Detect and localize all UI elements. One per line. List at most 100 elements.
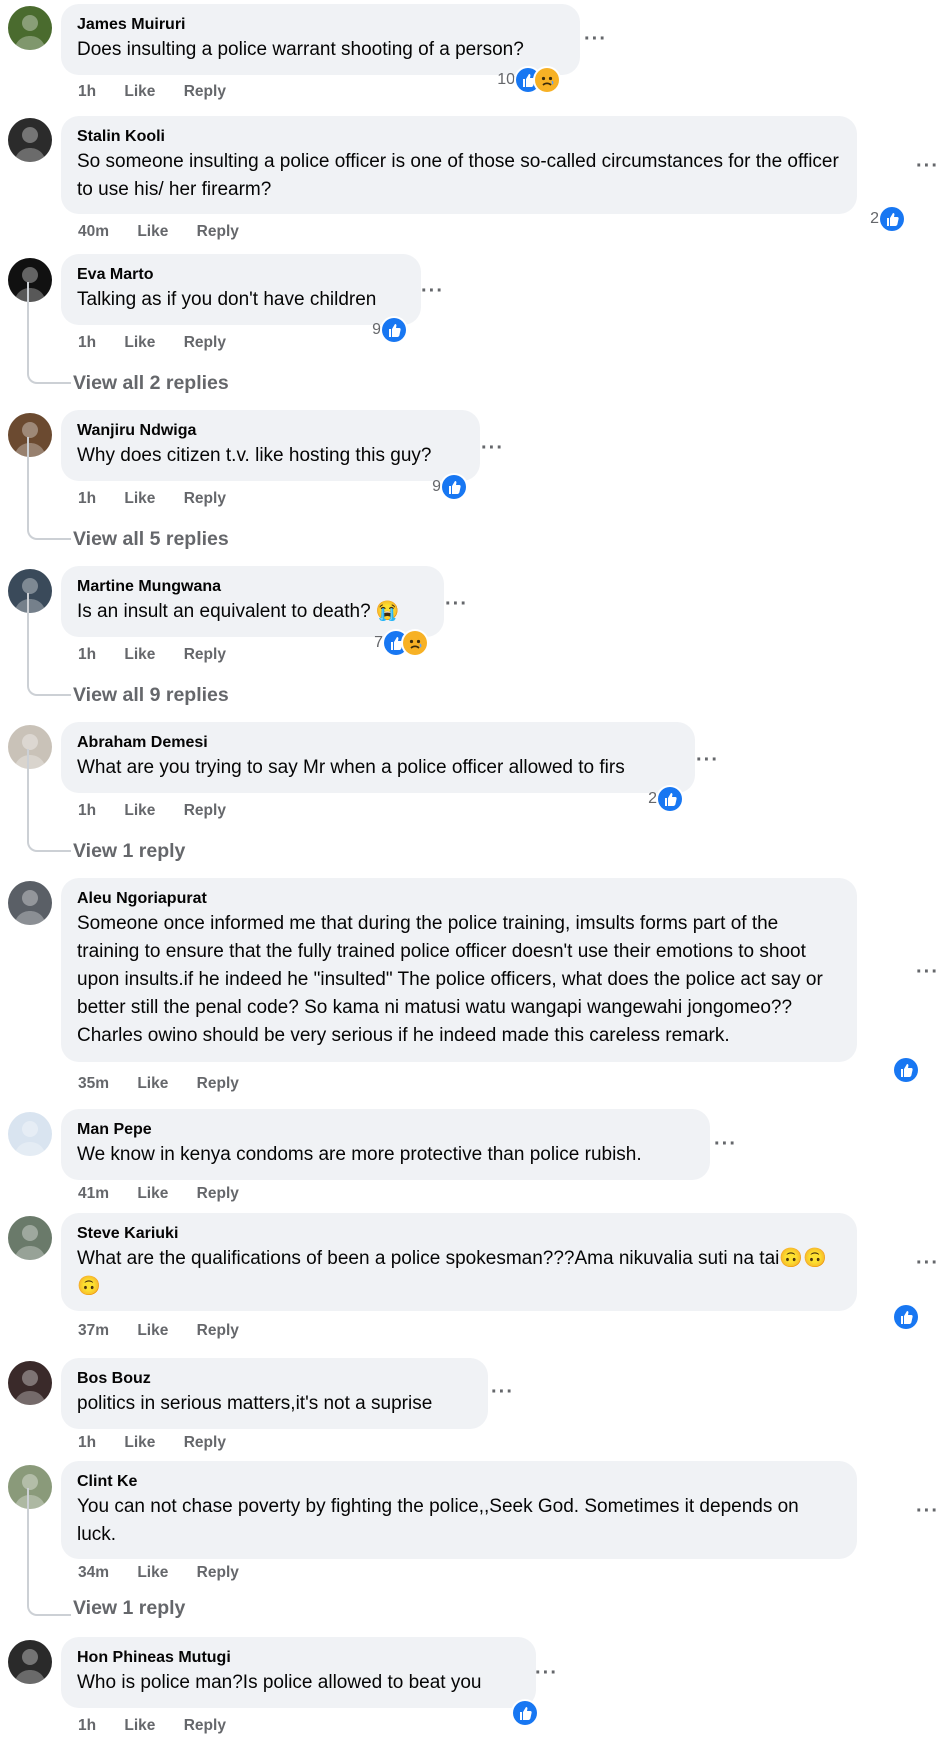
comment-text: Talking as if you don't have children	[77, 289, 377, 310]
avatar[interactable]	[8, 1112, 52, 1156]
avatar[interactable]	[8, 1640, 52, 1684]
comment-author[interactable]: Abraham Demesi	[77, 733, 679, 752]
sad-icon	[535, 68, 559, 92]
reply-button[interactable]: Reply	[197, 1075, 239, 1092]
comment-actions: 1h Like Reply	[78, 490, 250, 508]
more-options-icon[interactable]: ···	[445, 594, 468, 614]
comment-author[interactable]: Bos Bouz	[77, 1369, 472, 1388]
view-replies-link[interactable]: View all 9 replies	[73, 684, 229, 707]
like-button[interactable]: Like	[137, 1322, 168, 1339]
reaction-summary[interactable]	[858, 1057, 918, 1083]
like-button[interactable]: Like	[137, 1185, 168, 1202]
reply-button[interactable]: Reply	[184, 646, 226, 663]
like-button[interactable]: Like	[124, 646, 155, 663]
view-replies-link[interactable]: View all 2 replies	[73, 372, 229, 395]
comment-time[interactable]: 1h	[78, 802, 96, 819]
reply-button[interactable]: Reply	[197, 1185, 239, 1202]
reply-button[interactable]: Reply	[184, 490, 226, 507]
comment-text: Who is police man?Is police allowed to b…	[77, 1672, 482, 1693]
like-button[interactable]: Like	[137, 223, 168, 240]
like-button[interactable]: Like	[124, 83, 155, 100]
comment-author[interactable]: Steve Kariuki	[77, 1224, 841, 1243]
more-options-icon[interactable]: ···	[535, 1663, 558, 1683]
more-options-icon[interactable]: ···	[584, 29, 607, 49]
like-button[interactable]: Like	[137, 1075, 168, 1092]
avatar[interactable]	[8, 881, 52, 925]
comment-time[interactable]: 35m	[78, 1075, 109, 1092]
comment-author[interactable]: Stalin Kooli	[77, 127, 841, 146]
comment-time[interactable]: 1h	[78, 83, 96, 100]
comment-text: What are the qualifications of been a po…	[77, 1248, 827, 1297]
more-options-icon[interactable]: ···	[421, 281, 444, 301]
more-options-icon[interactable]: ···	[916, 156, 939, 176]
comment-author[interactable]: Aleu Ngoriapurat	[77, 889, 841, 908]
like-button[interactable]: Like	[137, 1564, 168, 1581]
comment-actions: 37m Like Reply	[78, 1322, 263, 1340]
like-icon	[382, 318, 406, 342]
reply-button[interactable]: Reply	[184, 1717, 226, 1734]
avatar[interactable]	[8, 1216, 52, 1260]
reply-button[interactable]: Reply	[197, 1564, 239, 1581]
like-icon	[442, 475, 466, 499]
avatar[interactable]	[8, 118, 52, 162]
like-button[interactable]: Like	[124, 1717, 155, 1734]
more-options-icon[interactable]: ···	[916, 1253, 939, 1273]
comment-author[interactable]: James Muiruri	[77, 15, 564, 34]
comment-author[interactable]: Martine Mungwana	[77, 577, 428, 596]
avatar[interactable]	[8, 1361, 52, 1405]
more-options-icon[interactable]: ···	[916, 962, 939, 982]
reply-button[interactable]: Reply	[184, 802, 226, 819]
more-options-icon[interactable]: ···	[481, 438, 504, 458]
more-options-icon[interactable]: ···	[916, 1501, 939, 1521]
comment-author[interactable]: Eva Marto	[77, 265, 405, 284]
reaction-summary[interactable]: 2	[622, 786, 682, 812]
like-button[interactable]: Like	[124, 802, 155, 819]
reply-button[interactable]: Reply	[184, 1434, 226, 1451]
comment-time[interactable]: 1h	[78, 490, 96, 507]
reply-button[interactable]: Reply	[184, 83, 226, 100]
avatar[interactable]	[8, 6, 52, 50]
comment-bubble: Bos Bouz politics in serious matters,it'…	[61, 1358, 488, 1429]
comment-time[interactable]: 1h	[78, 1717, 96, 1734]
comment-time[interactable]: 40m	[78, 223, 109, 240]
reply-button[interactable]: Reply	[184, 334, 226, 351]
more-options-icon[interactable]: ···	[714, 1134, 737, 1154]
view-replies-link[interactable]: View 1 reply	[73, 1597, 185, 1620]
comment-time[interactable]: 1h	[78, 334, 96, 351]
comment-author[interactable]: Wanjiru Ndwiga	[77, 421, 464, 440]
reaction-summary[interactable]	[858, 1304, 918, 1330]
comment-time[interactable]: 1h	[78, 1434, 96, 1451]
comment-time[interactable]: 1h	[78, 646, 96, 663]
reply-thread-line	[27, 1488, 71, 1616]
comment-text: politics in serious matters,it's not a s…	[77, 1393, 433, 1414]
comment-text: Someone once informed me that during the…	[77, 913, 823, 1046]
reaction-summary[interactable]: 7	[347, 630, 427, 656]
like-button[interactable]: Like	[124, 490, 155, 507]
comment-time[interactable]: 41m	[78, 1185, 109, 1202]
comment-time[interactable]: 34m	[78, 1564, 109, 1581]
reply-button[interactable]: Reply	[197, 1322, 239, 1339]
comment-author[interactable]: Clint Ke	[77, 1472, 841, 1491]
like-button[interactable]: Like	[124, 334, 155, 351]
comment-actions: 1h Like Reply	[78, 1717, 250, 1735]
comment-author[interactable]: Man Pepe	[77, 1120, 694, 1139]
more-options-icon[interactable]: ···	[696, 750, 719, 770]
comment-actions: 1h Like Reply	[78, 802, 250, 820]
view-replies-link[interactable]: View 1 reply	[73, 840, 185, 863]
reply-button[interactable]: Reply	[197, 223, 239, 240]
like-button[interactable]: Like	[124, 1434, 155, 1451]
reaction-summary[interactable]: 10	[479, 67, 559, 93]
view-replies-link[interactable]: View all 5 replies	[73, 528, 229, 551]
comment-bubble: Wanjiru Ndwiga Why does citizen t.v. lik…	[61, 410, 480, 481]
reaction-summary[interactable]	[477, 1700, 537, 1726]
comment-author[interactable]: Hon Phineas Mutugi	[77, 1648, 520, 1667]
comment-time[interactable]: 37m	[78, 1322, 109, 1339]
like-icon	[880, 207, 904, 231]
more-options-icon[interactable]: ···	[491, 1382, 514, 1402]
comment-actions: 1h Like Reply	[78, 83, 250, 101]
reaction-summary[interactable]: 9	[406, 474, 466, 500]
comment-actions: 1h Like Reply	[78, 646, 250, 664]
reaction-summary[interactable]: 9	[346, 317, 406, 343]
comment-bubble: Steve Kariuki What are the qualification…	[61, 1213, 857, 1311]
reaction-summary[interactable]: 2	[844, 206, 904, 232]
